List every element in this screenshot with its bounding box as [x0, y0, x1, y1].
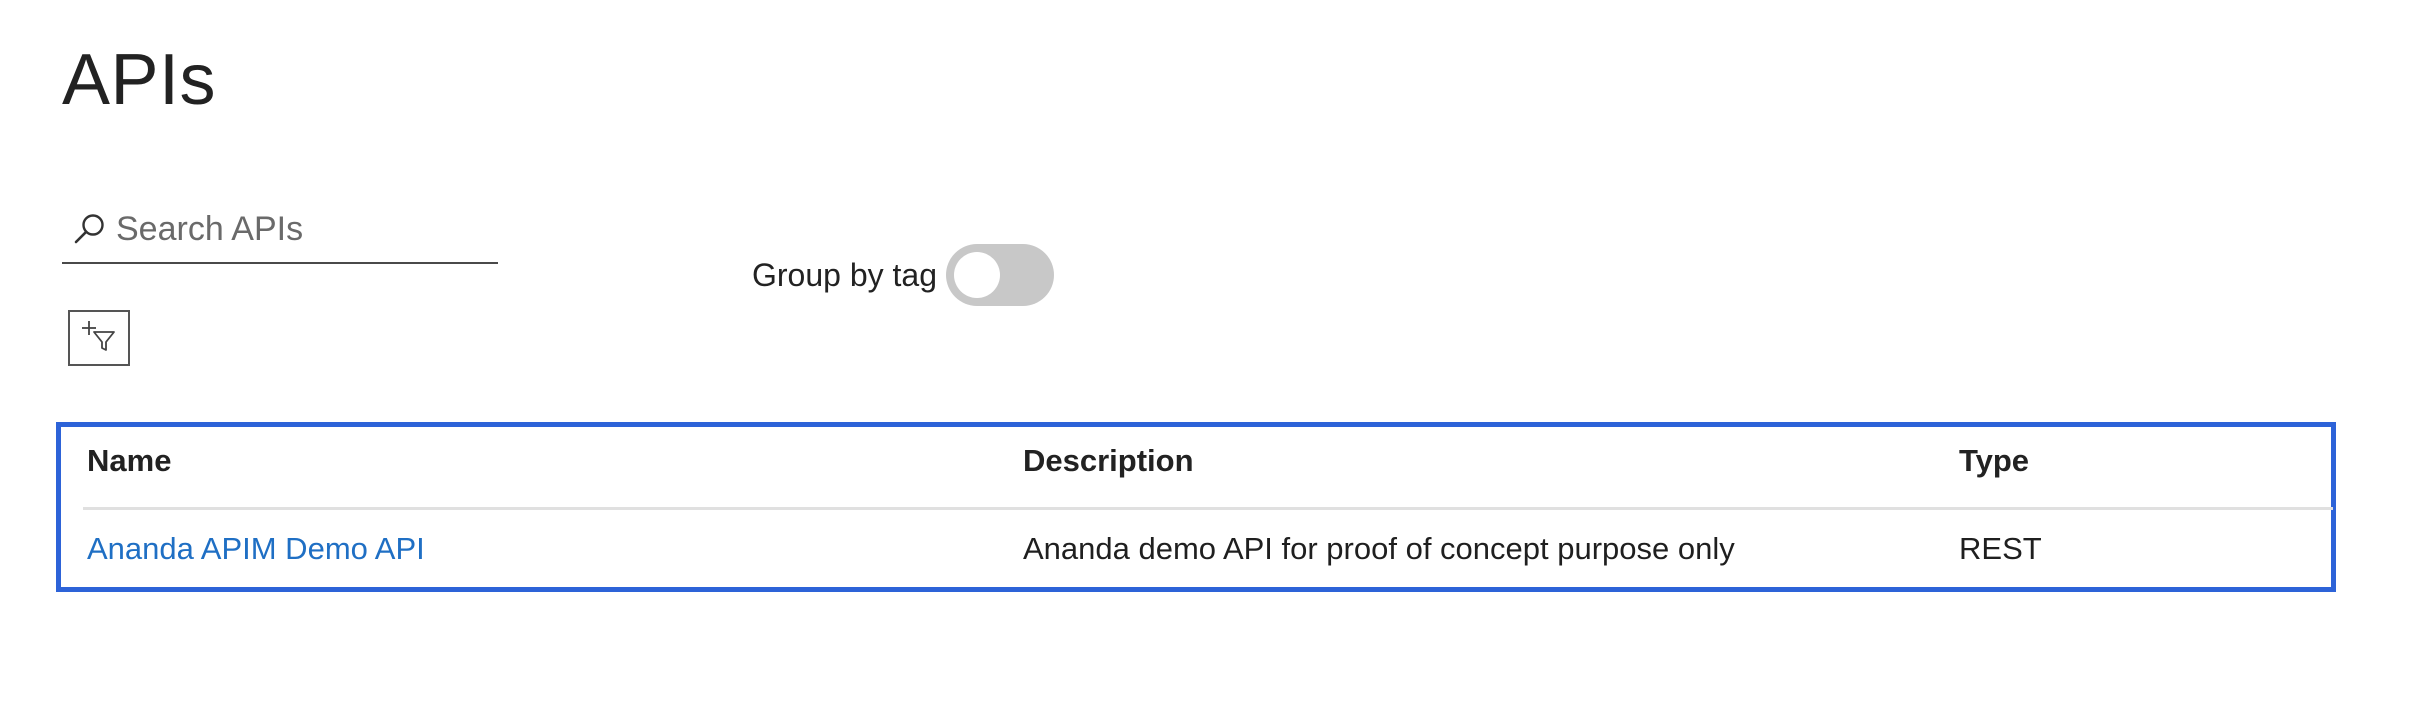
table-header: Name Description Type: [61, 427, 2331, 509]
search-box[interactable]: [62, 196, 498, 264]
api-type: REST: [1959, 531, 2042, 566]
search-input[interactable]: [116, 199, 486, 259]
table-divider: [83, 507, 2333, 510]
api-name-link[interactable]: Ananda APIM Demo API: [87, 529, 425, 569]
table-row[interactable]: Ananda APIM Demo API Ananda demo API for…: [61, 513, 2331, 587]
add-filter-icon: [79, 318, 119, 359]
toggle-knob: [954, 252, 1000, 298]
add-filter-button[interactable]: [68, 310, 130, 366]
column-header-description[interactable]: Description: [1023, 441, 1194, 481]
api-description: Ananda demo API for proof of concept pur…: [1023, 531, 1735, 566]
search-icon: [70, 209, 110, 249]
column-header-name[interactable]: Name: [87, 441, 171, 481]
api-table: Name Description Type Ananda APIM Demo A…: [56, 422, 2336, 592]
column-header-type[interactable]: Type: [1959, 441, 2029, 481]
page-title: APIs: [62, 40, 217, 120]
group-by-tag-toggle[interactable]: [946, 244, 1054, 306]
group-by-tag-label: Group by tag: [752, 257, 937, 293]
